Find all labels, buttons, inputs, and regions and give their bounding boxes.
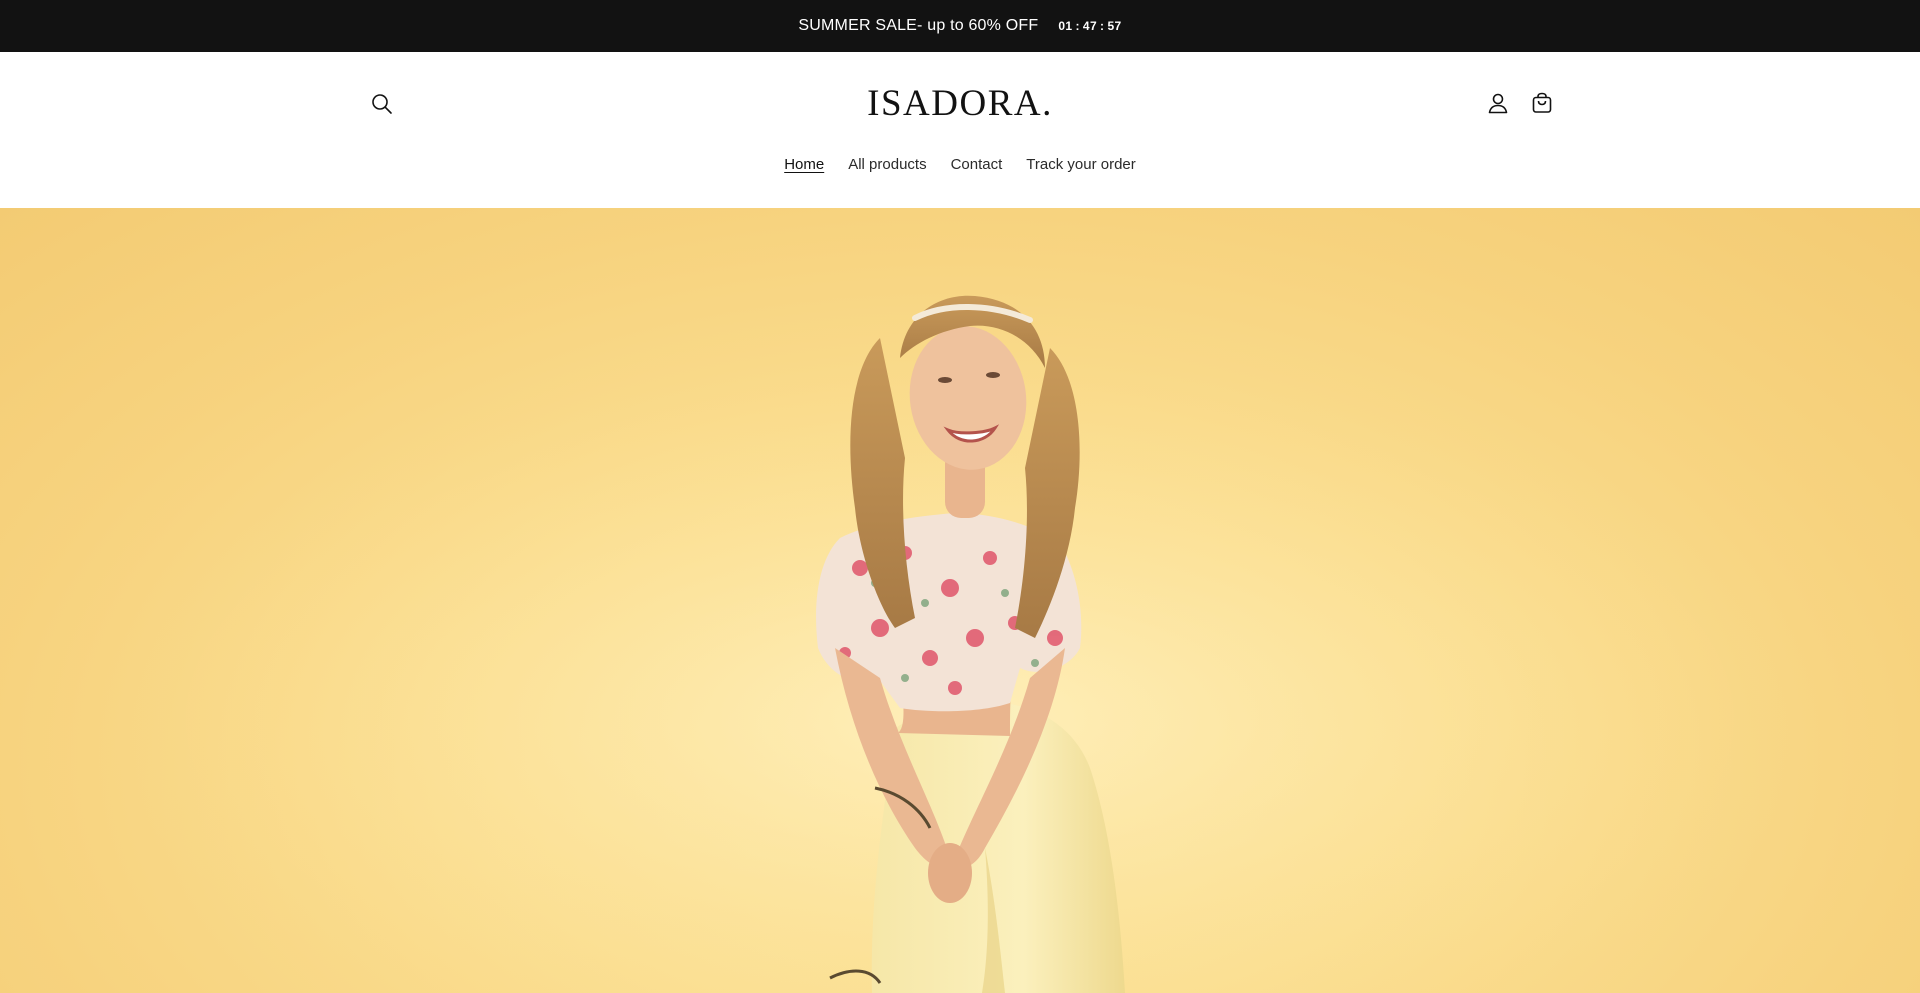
timer-separator: :: [1100, 19, 1105, 33]
timer-seconds: 57: [1107, 19, 1122, 33]
cart-icon: [1532, 92, 1552, 113]
nav-item-track-order[interactable]: Track your order: [1026, 155, 1135, 175]
announcement-text: SUMMER SALE- up to 60% OFF: [798, 17, 1039, 34]
cart-button[interactable]: [1526, 87, 1558, 119]
account-button[interactable]: [1482, 87, 1514, 119]
account-icon: [1488, 93, 1508, 114]
timer-minutes: 47: [1082, 19, 1098, 33]
site-header: ISADORA. Home All products Contact Track…: [0, 52, 1920, 208]
nav-item-all-products[interactable]: All products: [848, 155, 926, 175]
site-logo[interactable]: ISADORA.: [0, 82, 1920, 125]
announcement-bar: SUMMER SALE- up to 60% OFF 01 : 47 : 57: [0, 0, 1920, 52]
hero-banner[interactable]: [0, 208, 1920, 993]
hero-model-photo: [0, 208, 1920, 993]
main-nav: Home All products Contact Track your ord…: [0, 155, 1920, 175]
timer-separator: :: [1075, 19, 1080, 33]
logo-text[interactable]: ISADORA.: [867, 83, 1053, 124]
nav-item-contact[interactable]: Contact: [951, 155, 1003, 175]
countdown-timer: 01 : 47 : 57: [1058, 19, 1121, 33]
timer-hours: 01: [1058, 19, 1073, 33]
nav-item-home[interactable]: Home: [784, 155, 824, 175]
